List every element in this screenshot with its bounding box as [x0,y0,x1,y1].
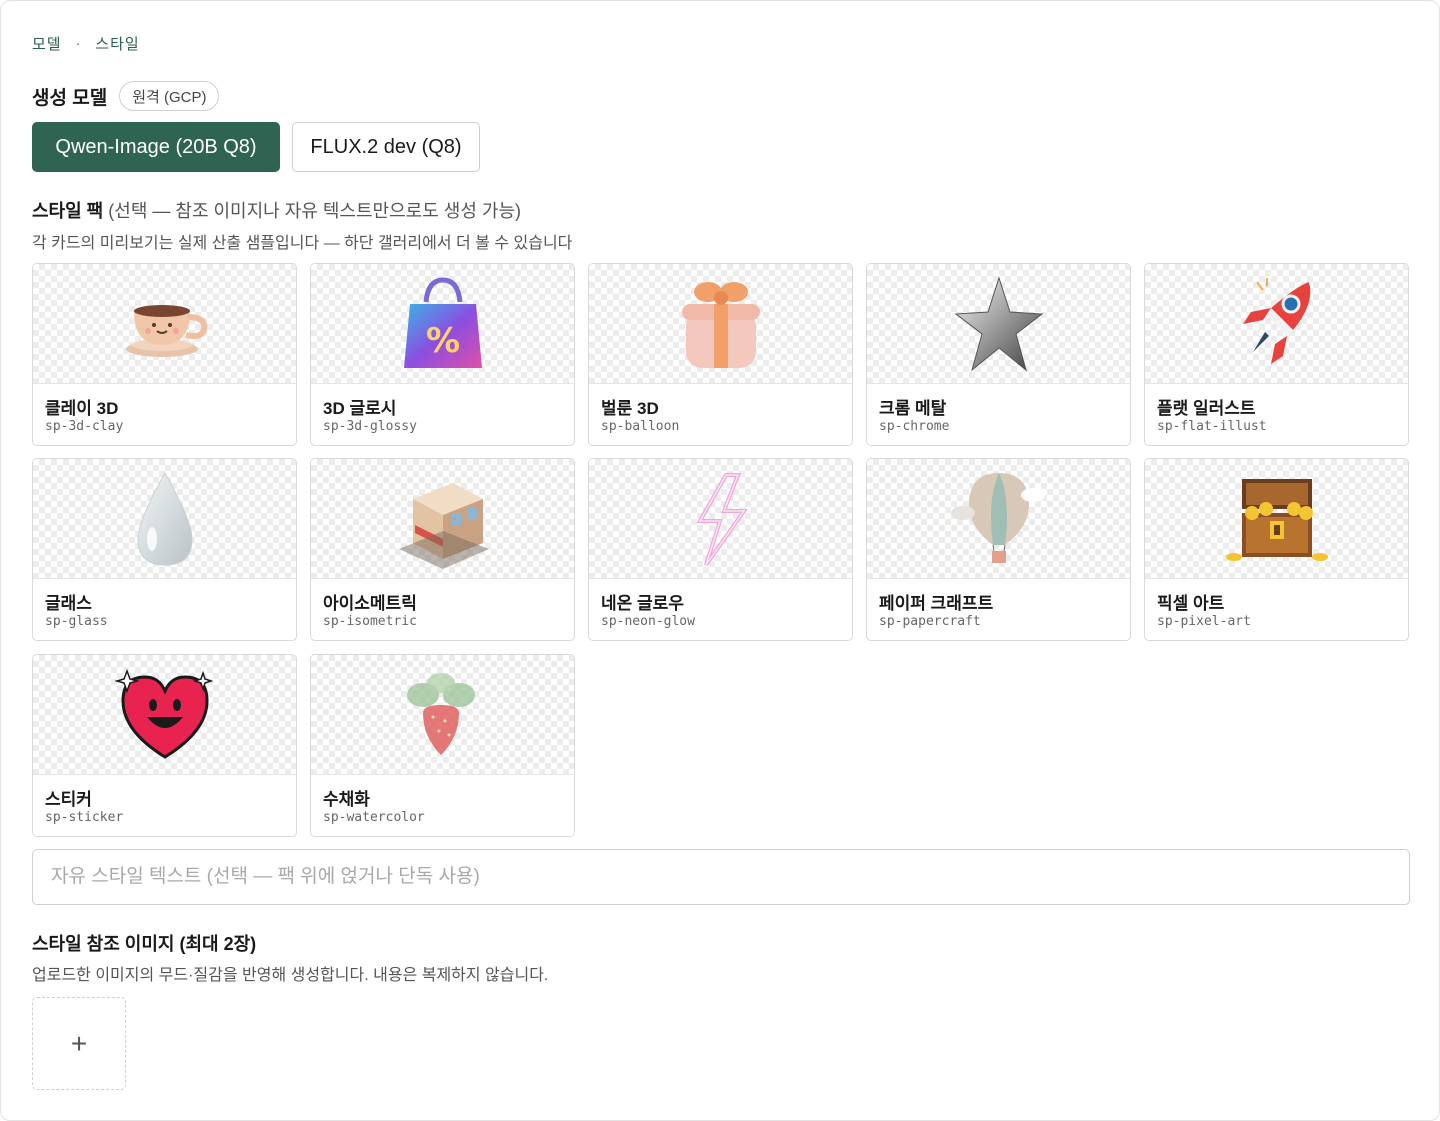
model-option-flux2-dev[interactable]: FLUX.2 dev (Q8) [292,122,480,172]
reference-section-subtitle: 업로드한 이미지의 무드·질감을 반영해 생성합니다. 내용은 복제하지 않습니… [32,967,549,984]
plus-icon: + [70,1027,88,1059]
style-pack-note: (선택 — 참조 이미지나 자유 텍스트만으로도 생성 가능) [108,201,522,221]
watercolor-strawberry-icon [311,655,574,775]
breadcrumb-model[interactable]: 모델 [32,33,62,54]
style-card-glass[interactable]: 글래스 sp-glass [32,458,297,641]
glossy-shopping-bag-icon: % [311,264,574,384]
style-card-pixel-art[interactable]: 픽셀 아트 sp-pixel-art [1144,458,1409,641]
style-card-neon-glow[interactable]: 네온 글로우 sp-neon-glow [588,458,853,641]
flat-rocket-icon [1145,264,1408,384]
card-title: 픽셀 아트 [1157,594,1225,613]
sticker-heart-icon [33,655,296,775]
glass-water-drop-icon [33,459,296,579]
card-title: 플랫 일러스트 [1157,399,1256,418]
style-pack-heading: 스타일 팩 (선택 — 참조 이미지나 자유 텍스트만으로도 생성 가능) [32,197,521,223]
model-header: 생성 모델 원격 (GCP) [32,81,220,111]
style-card-balloon-3d[interactable]: 벌룬 3D sp-balloon [588,263,853,446]
card-title: 글래스 [45,594,92,613]
model-section-title: 생성 모델 [32,87,108,109]
isometric-shop-icon [311,459,574,579]
card-code: sp-sticker [45,810,124,825]
breadcrumb: 모델 · 스타일 [32,33,140,53]
card-code: sp-3d-clay [45,419,124,434]
style-card-chrome-metal[interactable]: 크롬 메탈 sp-chrome [866,263,1131,446]
card-title: 아이소메트릭 [323,594,417,613]
pixel-treasure-chest-icon [1145,459,1408,579]
card-title: 수채화 [323,790,370,809]
style-card-watercolor[interactable]: 수채화 sp-watercolor [310,654,575,837]
breadcrumb-separator: · [75,35,82,51]
remote-badge: 원격 (GCP) [119,81,220,111]
card-code: sp-neon-glow [601,614,695,629]
card-code: sp-watercolor [323,810,425,825]
model-option-qwen-image[interactable]: Qwen-Image (20B Q8) [32,122,280,172]
clay-coffee-cup-icon [33,264,296,384]
style-panel: 모델 · 스타일 생성 모델 원격 (GCP) Qwen-Image (20B … [0,0,1440,1121]
style-card-papercraft[interactable]: 페이퍼 크래프트 sp-papercraft [866,458,1131,641]
style-pack-title: 스타일 팩 [32,201,104,221]
paper-hot-air-balloon-icon [867,459,1130,579]
style-card-isometric[interactable]: 아이소메트릭 sp-isometric [310,458,575,641]
card-code: sp-isometric [323,614,417,629]
balloon-gift-box-icon [589,264,852,384]
breadcrumb-style[interactable]: 스타일 [95,33,139,54]
reference-section-title: 스타일 참조 이미지 (최대 2장) [32,934,257,954]
style-card-clay-3d[interactable]: 클레이 3D sp-3d-clay [32,263,297,446]
card-code: sp-chrome [879,419,950,434]
card-title: 네온 글로우 [601,594,684,613]
card-title: 크롬 메탈 [879,399,947,418]
neon-lightning-icon [589,459,852,579]
style-card-sticker[interactable]: 스티커 sp-sticker [32,654,297,837]
style-card-3d-glossy[interactable]: % 3D 글로시 sp-3d-glossy [310,263,575,446]
card-title: 스티커 [45,790,92,809]
card-title: 페이퍼 크래프트 [879,594,994,613]
card-code: sp-pixel-art [1157,614,1251,629]
style-card-flat-illust[interactable]: 플랫 일러스트 sp-flat-illust [1144,263,1409,446]
svg-text:%: % [425,321,459,361]
card-title: 벌룬 3D [601,399,659,418]
card-code: sp-flat-illust [1157,419,1267,434]
card-code: sp-balloon [601,419,680,434]
card-title: 3D 글로시 [323,399,397,418]
style-pack-subtitle: 각 카드의 미리보기는 실제 산출 샘플입니다 — 하단 갤러리에서 더 볼 수… [32,235,573,252]
card-code: sp-papercraft [879,614,981,629]
upload-reference-button[interactable]: + [32,997,126,1090]
card-code: sp-glass [45,614,108,629]
card-title: 클레이 3D [45,399,119,418]
free-style-text-input[interactable] [32,849,1410,905]
card-code: sp-3d-glossy [323,419,417,434]
chrome-star-icon [867,264,1130,384]
